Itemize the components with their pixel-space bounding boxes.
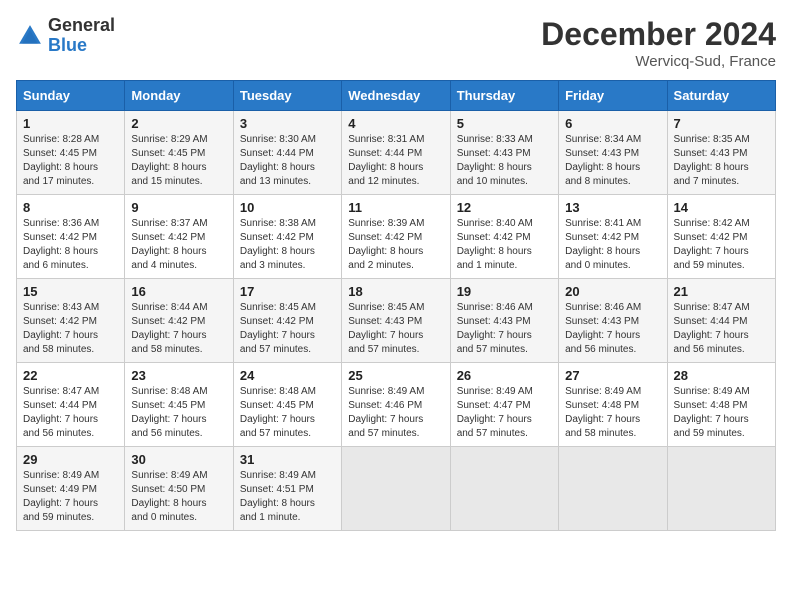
calendar-day-31: 31Sunrise: 8:49 AMSunset: 4:51 PMDayligh…	[233, 447, 341, 531]
logo: General Blue	[16, 16, 115, 56]
calendar-day-20: 20Sunrise: 8:46 AMSunset: 4:43 PMDayligh…	[559, 279, 667, 363]
calendar-day-empty	[667, 447, 775, 531]
calendar-day-25: 25Sunrise: 8:49 AMSunset: 4:46 PMDayligh…	[342, 363, 450, 447]
col-saturday: Saturday	[667, 81, 775, 111]
calendar-day-1: 1Sunrise: 8:28 AMSunset: 4:45 PMDaylight…	[17, 111, 125, 195]
calendar-day-8: 8Sunrise: 8:36 AMSunset: 4:42 PMDaylight…	[17, 195, 125, 279]
calendar-day-9: 9Sunrise: 8:37 AMSunset: 4:42 PMDaylight…	[125, 195, 233, 279]
calendar-week-1: 8Sunrise: 8:36 AMSunset: 4:42 PMDaylight…	[17, 195, 776, 279]
calendar-day-27: 27Sunrise: 8:49 AMSunset: 4:48 PMDayligh…	[559, 363, 667, 447]
calendar-day-empty	[559, 447, 667, 531]
col-sunday: Sunday	[17, 81, 125, 111]
calendar-day-29: 29Sunrise: 8:49 AMSunset: 4:49 PMDayligh…	[17, 447, 125, 531]
calendar-header: Sunday Monday Tuesday Wednesday Thursday…	[17, 81, 776, 111]
calendar-day-21: 21Sunrise: 8:47 AMSunset: 4:44 PMDayligh…	[667, 279, 775, 363]
calendar-day-28: 28Sunrise: 8:49 AMSunset: 4:48 PMDayligh…	[667, 363, 775, 447]
calendar-week-2: 15Sunrise: 8:43 AMSunset: 4:42 PMDayligh…	[17, 279, 776, 363]
logo-text: General Blue	[48, 16, 115, 56]
logo-icon	[16, 22, 44, 50]
page-subtitle: Wervicq-Sud, France	[541, 53, 776, 70]
calendar-day-10: 10Sunrise: 8:38 AMSunset: 4:42 PMDayligh…	[233, 195, 341, 279]
calendar-day-14: 14Sunrise: 8:42 AMSunset: 4:42 PMDayligh…	[667, 195, 775, 279]
calendar-day-empty	[450, 447, 558, 531]
calendar-body: 1Sunrise: 8:28 AMSunset: 4:45 PMDaylight…	[17, 111, 776, 531]
calendar-table: Sunday Monday Tuesday Wednesday Thursday…	[16, 80, 776, 531]
calendar-day-3: 3Sunrise: 8:30 AMSunset: 4:44 PMDaylight…	[233, 111, 341, 195]
col-monday: Monday	[125, 81, 233, 111]
header-row: Sunday Monday Tuesday Wednesday Thursday…	[17, 81, 776, 111]
page-header: General Blue December 2024 Wervicq-Sud, …	[16, 16, 776, 70]
logo-line1: General	[48, 16, 115, 36]
col-thursday: Thursday	[450, 81, 558, 111]
logo-line2: Blue	[48, 36, 115, 56]
calendar-day-6: 6Sunrise: 8:34 AMSunset: 4:43 PMDaylight…	[559, 111, 667, 195]
col-tuesday: Tuesday	[233, 81, 341, 111]
calendar-day-5: 5Sunrise: 8:33 AMSunset: 4:43 PMDaylight…	[450, 111, 558, 195]
calendar-day-24: 24Sunrise: 8:48 AMSunset: 4:45 PMDayligh…	[233, 363, 341, 447]
calendar-day-17: 17Sunrise: 8:45 AMSunset: 4:42 PMDayligh…	[233, 279, 341, 363]
calendar-day-19: 19Sunrise: 8:46 AMSunset: 4:43 PMDayligh…	[450, 279, 558, 363]
title-block: December 2024 Wervicq-Sud, France	[541, 16, 776, 70]
calendar-day-4: 4Sunrise: 8:31 AMSunset: 4:44 PMDaylight…	[342, 111, 450, 195]
calendar-day-11: 11Sunrise: 8:39 AMSunset: 4:42 PMDayligh…	[342, 195, 450, 279]
calendar-day-23: 23Sunrise: 8:48 AMSunset: 4:45 PMDayligh…	[125, 363, 233, 447]
page-title: December 2024	[541, 16, 776, 53]
calendar-week-4: 29Sunrise: 8:49 AMSunset: 4:49 PMDayligh…	[17, 447, 776, 531]
calendar-day-12: 12Sunrise: 8:40 AMSunset: 4:42 PMDayligh…	[450, 195, 558, 279]
calendar-day-13: 13Sunrise: 8:41 AMSunset: 4:42 PMDayligh…	[559, 195, 667, 279]
calendar-day-16: 16Sunrise: 8:44 AMSunset: 4:42 PMDayligh…	[125, 279, 233, 363]
calendar-day-2: 2Sunrise: 8:29 AMSunset: 4:45 PMDaylight…	[125, 111, 233, 195]
col-wednesday: Wednesday	[342, 81, 450, 111]
calendar-day-18: 18Sunrise: 8:45 AMSunset: 4:43 PMDayligh…	[342, 279, 450, 363]
calendar-day-26: 26Sunrise: 8:49 AMSunset: 4:47 PMDayligh…	[450, 363, 558, 447]
calendar-day-empty	[342, 447, 450, 531]
col-friday: Friday	[559, 81, 667, 111]
calendar-day-22: 22Sunrise: 8:47 AMSunset: 4:44 PMDayligh…	[17, 363, 125, 447]
calendar-day-30: 30Sunrise: 8:49 AMSunset: 4:50 PMDayligh…	[125, 447, 233, 531]
calendar-week-0: 1Sunrise: 8:28 AMSunset: 4:45 PMDaylight…	[17, 111, 776, 195]
calendar-week-3: 22Sunrise: 8:47 AMSunset: 4:44 PMDayligh…	[17, 363, 776, 447]
calendar-day-15: 15Sunrise: 8:43 AMSunset: 4:42 PMDayligh…	[17, 279, 125, 363]
calendar-day-7: 7Sunrise: 8:35 AMSunset: 4:43 PMDaylight…	[667, 111, 775, 195]
